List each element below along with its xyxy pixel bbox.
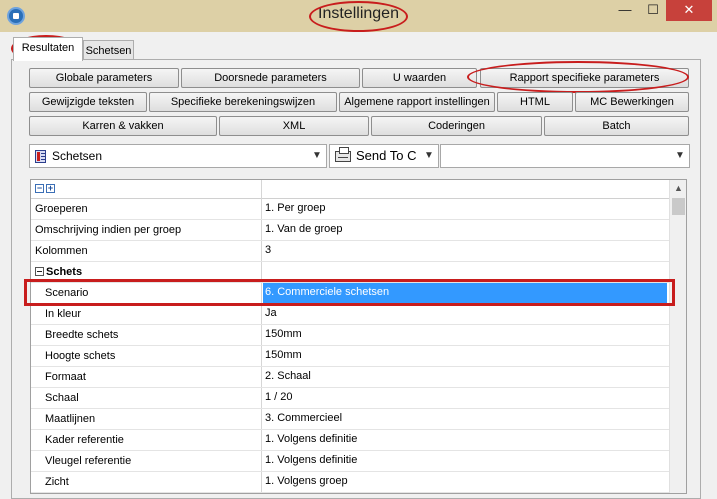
property-name: Omschrijving indien per groep bbox=[35, 224, 182, 236]
grid-row-zicht[interactable]: Zicht 1. Volgens groep bbox=[31, 472, 669, 493]
document-icon bbox=[35, 150, 46, 163]
property-grid: − + Groeperen 1. Per groep Omschrijving … bbox=[30, 179, 687, 494]
property-value[interactable]: 1. Van de groep bbox=[263, 220, 667, 240]
collapse-icon[interactable] bbox=[35, 267, 44, 276]
grid-row-kader-referentie[interactable]: Kader referentie 1. Volgens definitie bbox=[31, 430, 669, 451]
category-name: Schets bbox=[46, 266, 83, 278]
coderingen-button[interactable]: Coderingen bbox=[371, 116, 542, 136]
property-value[interactable]: 1. Per groep bbox=[263, 199, 667, 219]
property-name: Kader referentie bbox=[45, 434, 124, 446]
grid-row-groeperen[interactable]: Groeperen 1. Per groep bbox=[31, 199, 669, 220]
secondary-select[interactable]: ▼ bbox=[440, 144, 690, 168]
scroll-up-icon[interactable]: ▲ bbox=[670, 180, 686, 197]
u-waarden-button[interactable]: U waarden bbox=[362, 68, 477, 88]
chevron-down-icon: ▼ bbox=[424, 150, 434, 161]
category-label: Schets bbox=[35, 262, 259, 282]
grid-header: − + bbox=[31, 180, 669, 199]
grid-row-in-kleur[interactable]: In kleur Ja bbox=[31, 304, 669, 325]
doorsnede-parameters-button[interactable]: Doorsnede parameters bbox=[181, 68, 360, 88]
property-value[interactable]: 150mm bbox=[263, 325, 667, 345]
property-value[interactable]: Ja bbox=[263, 304, 667, 324]
property-name: Zicht bbox=[45, 476, 69, 488]
property-value[interactable]: 1. Volgens definitie bbox=[263, 451, 667, 471]
minimize-button[interactable]: — bbox=[612, 0, 638, 21]
html-button[interactable]: HTML bbox=[497, 92, 573, 112]
vertical-scrollbar[interactable]: ▲ bbox=[669, 180, 686, 493]
gewijzigde-teksten-button[interactable]: Gewijzigde teksten bbox=[29, 92, 147, 112]
scroll-thumb[interactable] bbox=[672, 198, 685, 215]
printer-icon bbox=[335, 147, 351, 162]
mc-bewerkingen-button[interactable]: MC Bewerkingen bbox=[575, 92, 689, 112]
tab-resultaten[interactable]: Resultaten bbox=[13, 37, 83, 61]
property-value[interactable]: 1. Volgens definitie bbox=[263, 430, 667, 450]
property-value[interactable]: 150mm bbox=[263, 346, 667, 366]
property-value[interactable]: 3 bbox=[263, 241, 667, 261]
grid-row-vleugel-referentie[interactable]: Vleugel referentie 1. Volgens definitie bbox=[31, 451, 669, 472]
property-name: Schaal bbox=[45, 392, 79, 404]
property-name: In kleur bbox=[45, 308, 82, 320]
grid-row-omschrijving[interactable]: Omschrijving indien per groep 1. Van de … bbox=[31, 220, 669, 241]
property-name: Scenario bbox=[45, 287, 89, 299]
close-button[interactable]: ✕ bbox=[666, 0, 712, 21]
property-name: Vleugel referentie bbox=[45, 455, 132, 467]
grid-row-schaal[interactable]: Schaal 1 / 20 bbox=[31, 388, 669, 409]
xml-button[interactable]: XML bbox=[219, 116, 369, 136]
output-select[interactable]: Send To C ▼ bbox=[329, 144, 439, 168]
grid-row-formaat[interactable]: Formaat 2. Schaal bbox=[31, 367, 669, 388]
maximize-button[interactable]: ☐ bbox=[640, 0, 666, 21]
grid-row-hoogte-schets[interactable]: Hoogte schets 150mm bbox=[31, 346, 669, 367]
property-value[interactable]: 1. Volgens groep bbox=[263, 472, 667, 492]
tab-label: Resultaten bbox=[21, 42, 75, 54]
property-value[interactable]: 3. Commercieel bbox=[263, 409, 667, 429]
property-value bbox=[263, 262, 667, 282]
grid-category-schets[interactable]: Schets bbox=[31, 262, 669, 283]
karren-vakken-button[interactable]: Karren & vakken bbox=[29, 116, 217, 136]
property-name: Breedte schets bbox=[45, 329, 119, 341]
output-select-value: Send To C bbox=[356, 148, 417, 163]
chevron-down-icon: ▼ bbox=[312, 150, 322, 161]
property-name: Hoogte schets bbox=[45, 350, 116, 362]
report-select-value: Schetsen bbox=[52, 149, 103, 163]
grid-row-kolommen[interactable]: Kolommen 3 bbox=[31, 241, 669, 262]
grid-row-scenario[interactable]: Scenario 6. Commerciele schetsen bbox=[31, 283, 669, 304]
chevron-down-icon: ▼ bbox=[675, 150, 685, 161]
specifieke-berekeningswijzen-button[interactable]: Specifieke berekeningswijzen bbox=[149, 92, 337, 112]
tab-label: Schetsen bbox=[85, 45, 132, 57]
title-bar: Instellingen — ☐ ✕ bbox=[0, 0, 717, 32]
property-name: Maatlijnen bbox=[45, 413, 96, 425]
property-value[interactable]: 2. Schaal bbox=[263, 367, 667, 387]
property-name: Groeperen bbox=[35, 203, 88, 215]
rapport-specifieke-parameters-button[interactable]: Rapport specifieke parameters bbox=[480, 68, 689, 88]
batch-button[interactable]: Batch bbox=[544, 116, 689, 136]
grid-row-maatlijnen[interactable]: Maatlijnen 3. Commercieel bbox=[31, 409, 669, 430]
grid-row-breedte-schets[interactable]: Breedte schets 150mm bbox=[31, 325, 669, 346]
property-value[interactable]: 6. Commerciele schetsen bbox=[263, 283, 667, 303]
property-name: Formaat bbox=[45, 371, 86, 383]
property-value[interactable]: 1 / 20 bbox=[263, 388, 667, 408]
window-title: Instellingen bbox=[318, 5, 399, 22]
collapse-all-icon[interactable]: − bbox=[35, 184, 44, 193]
globale-parameters-button[interactable]: Globale parameters bbox=[29, 68, 179, 88]
expand-all-icon[interactable]: + bbox=[46, 184, 55, 193]
property-name: Kolommen bbox=[35, 245, 88, 257]
algemene-rapport-instellingen-button[interactable]: Algemene rapport instellingen bbox=[339, 92, 495, 112]
report-select[interactable]: Schetsen ▼ bbox=[29, 144, 327, 168]
